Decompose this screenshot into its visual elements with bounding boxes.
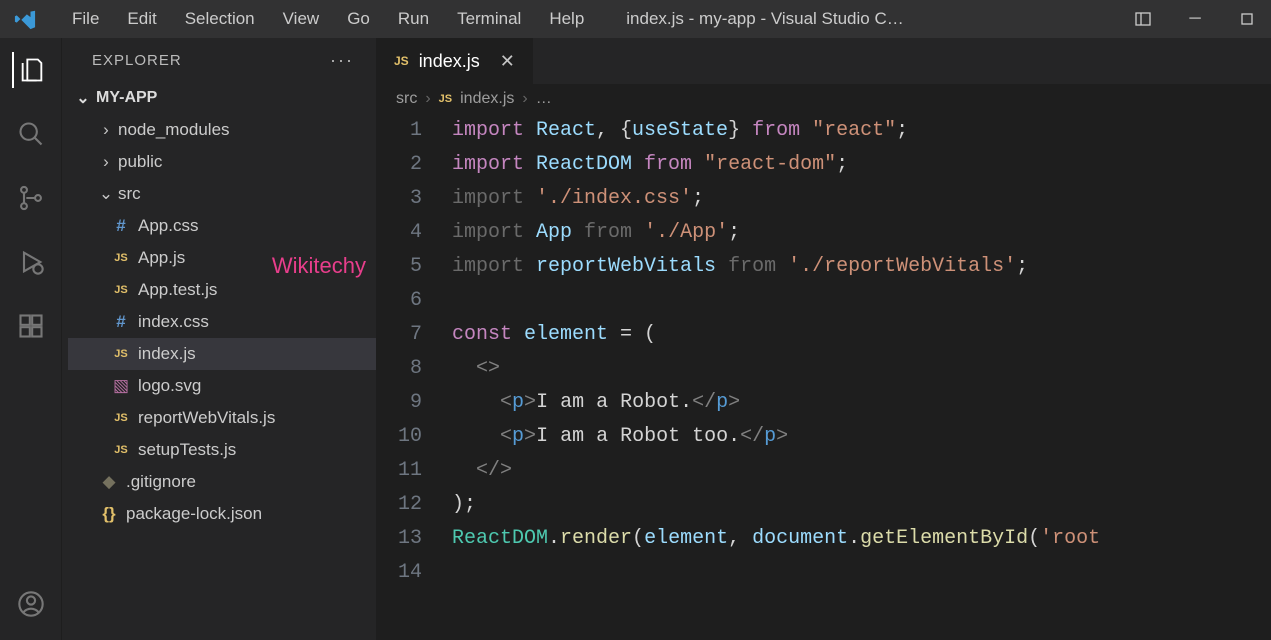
source-control-activity-icon[interactable] <box>13 180 49 216</box>
tree-item-label: App.js <box>138 248 185 268</box>
split-editor-icon[interactable] <box>1237 47 1265 75</box>
menu-terminal[interactable]: Terminal <box>443 3 535 35</box>
menu-view[interactable]: View <box>269 3 334 35</box>
file-logo.svg[interactable]: ▧ logo.svg <box>68 370 376 402</box>
explorer-title: EXPLORER <box>92 52 182 69</box>
css-file-icon: # <box>110 216 132 236</box>
tree-item-label: App.css <box>138 216 198 236</box>
menu-go[interactable]: Go <box>333 3 384 35</box>
menu-selection[interactable]: Selection <box>171 3 269 35</box>
tree-item-label: index.css <box>138 312 209 332</box>
breadcrumb-trail[interactable]: … <box>536 90 552 108</box>
minimize-button[interactable]: ─ <box>1181 5 1209 33</box>
chevron-right-icon: › <box>522 90 527 108</box>
menu-help[interactable]: Help <box>535 3 598 35</box>
chevron-down-icon: ⌄ <box>74 88 92 108</box>
editor-group: JS index.js ✕ src › JS index.js › … 1234… <box>376 38 1271 640</box>
tree-item-label: App.test.js <box>138 280 217 300</box>
folder-public[interactable]: ›public <box>68 146 376 178</box>
file-reportWebVitals.js[interactable]: JS reportWebVitals.js <box>68 402 376 434</box>
menu-run[interactable]: Run <box>384 3 443 35</box>
json-file-icon: {} <box>98 504 120 524</box>
chevron-right-icon: › <box>425 90 430 108</box>
file-App.js[interactable]: JS App.js <box>68 242 376 274</box>
breadcrumb-file[interactable]: index.js <box>460 90 514 108</box>
folder-src[interactable]: ⌄src <box>68 178 376 210</box>
js-file-icon: JS <box>110 444 132 456</box>
account-activity-icon[interactable] <box>13 586 49 622</box>
tree-item-label: src <box>118 184 141 204</box>
file-tree: ›node_modules›public⌄src#App.cssJSApp.js… <box>62 114 376 530</box>
code-content[interactable]: import React, {useState} from "react";im… <box>446 114 1271 640</box>
menu-bar: FileEditSelectionViewGoRunTerminalHelp <box>58 3 598 35</box>
chevron-down-icon: ⌄ <box>98 184 114 204</box>
layout-toggle-icon[interactable] <box>1129 5 1157 33</box>
svg-file-icon: ▧ <box>110 376 132 396</box>
git-file-icon: ◆ <box>98 472 120 492</box>
explorer-more-icon[interactable]: ··· <box>330 50 354 71</box>
vscode-logo-icon <box>10 4 40 34</box>
tab-bar: JS index.js ✕ <box>376 38 1271 84</box>
file-index.js[interactable]: JS index.js <box>68 338 376 370</box>
folder-node_modules[interactable]: ›node_modules <box>68 114 376 146</box>
tree-item-label: setupTests.js <box>138 440 236 460</box>
chevron-right-icon: › <box>98 120 114 140</box>
tab-label: index.js <box>419 51 480 72</box>
code-editor[interactable]: 1234567891011121314 import React, {useSt… <box>376 114 1271 640</box>
extensions-activity-icon[interactable] <box>13 308 49 344</box>
tree-item-label: reportWebVitals.js <box>138 408 275 428</box>
js-file-icon: JS <box>439 93 452 105</box>
js-file-icon: JS <box>110 252 132 264</box>
breadcrumb-folder[interactable]: src <box>396 90 417 108</box>
tree-item-label: package-lock.json <box>126 504 262 524</box>
js-file-icon: JS <box>110 412 132 424</box>
tree-item-label: logo.svg <box>138 376 201 396</box>
file-package-lock.json[interactable]: {} package-lock.json <box>68 498 376 530</box>
run-debug-activity-icon[interactable] <box>13 244 49 280</box>
menu-file[interactable]: File <box>58 3 113 35</box>
css-file-icon: # <box>110 312 132 332</box>
explorer-sidebar: EXPLORER ··· ⌄ MY-APP ›node_modules›publ… <box>62 38 376 640</box>
titlebar: FileEditSelectionViewGoRunTerminalHelp i… <box>0 0 1271 38</box>
tree-item-label: public <box>118 152 162 172</box>
js-file-icon: JS <box>394 54 409 68</box>
explorer-activity-icon[interactable] <box>12 52 48 88</box>
window-title: index.js - my-app - Visual Studio C… <box>598 9 1119 29</box>
js-file-icon: JS <box>110 348 132 360</box>
chevron-right-icon: › <box>98 152 114 172</box>
project-root-label: MY-APP <box>96 89 157 107</box>
breadcrumb[interactable]: src › JS index.js › … <box>376 84 1271 114</box>
file-.gitignore[interactable]: ◆ .gitignore <box>68 466 376 498</box>
js-file-icon: JS <box>110 284 132 296</box>
tree-item-label: index.js <box>138 344 196 364</box>
search-activity-icon[interactable] <box>13 116 49 152</box>
file-App.test.js[interactable]: JS App.test.js <box>68 274 376 306</box>
close-tab-icon[interactable]: ✕ <box>500 51 515 72</box>
maximize-button[interactable] <box>1233 5 1261 33</box>
file-App.css[interactable]: # App.css <box>68 210 376 242</box>
tree-item-label: node_modules <box>118 120 230 140</box>
tab-index-js[interactable]: JS index.js ✕ <box>376 38 534 84</box>
menu-edit[interactable]: Edit <box>113 3 170 35</box>
tree-item-label: .gitignore <box>126 472 196 492</box>
activity-bar <box>0 38 62 640</box>
file-index.css[interactable]: # index.css <box>68 306 376 338</box>
project-root[interactable]: ⌄ MY-APP <box>62 82 376 114</box>
line-gutter: 1234567891011121314 <box>376 114 446 640</box>
file-setupTests.js[interactable]: JS setupTests.js <box>68 434 376 466</box>
